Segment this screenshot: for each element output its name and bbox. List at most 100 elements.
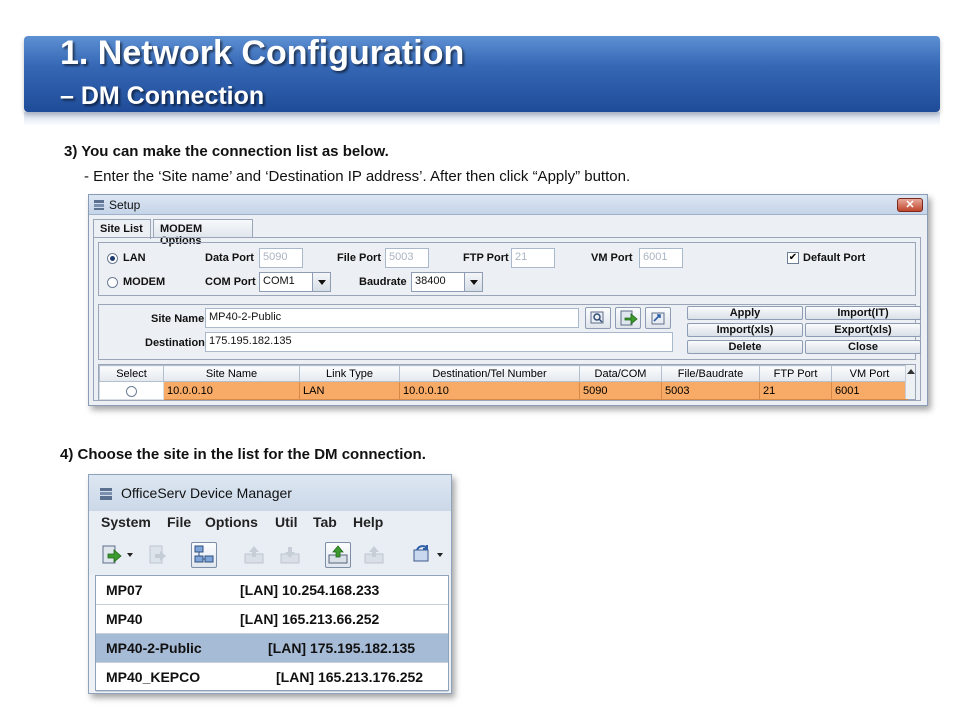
baudrate-select[interactable]: 38400: [411, 272, 483, 292]
send-up-icon: [328, 545, 348, 564]
column-header-link-type[interactable]: Link Type: [299, 365, 400, 382]
setup-titlebar: Setup ✕: [89, 195, 927, 215]
slide-header: 1. Network Configuration – DM Connection: [24, 34, 940, 112]
export-icon: [651, 312, 665, 325]
menu-file[interactable]: File: [167, 514, 191, 530]
setup-dialog: Setup ✕ Site List MODEM Options LAN Data…: [88, 194, 928, 406]
site-name: MP40_KEPCO: [106, 669, 201, 685]
table-cell: 6001: [831, 381, 908, 400]
send-button[interactable]: [325, 542, 351, 568]
row-select-radio[interactable]: [126, 385, 137, 397]
menu-help[interactable]: Help: [353, 514, 383, 530]
default-port-checkbox[interactable]: ✔: [787, 252, 799, 264]
list-item-selected[interactable]: MP40-2-Public [LAN] 175.195.182.135: [96, 634, 448, 663]
download-button[interactable]: [277, 542, 303, 568]
vm-port-field[interactable]: 6001: [639, 248, 683, 268]
table-cell: 5003: [661, 381, 760, 400]
disconnect-button[interactable]: [145, 542, 171, 568]
site-address: [LAN] 10.254.168.233: [240, 582, 380, 598]
site-name-input[interactable]: MP40-2-Public: [205, 308, 579, 328]
vm-port-label: VM Port: [591, 252, 633, 264]
lan-radio[interactable]: [107, 253, 118, 264]
chevron-down-icon[interactable]: [437, 553, 443, 557]
step3-instruction: - Enter the ‘Site name’ and ‘Destination…: [84, 168, 631, 185]
data-port-field[interactable]: 5090: [259, 248, 303, 268]
lan-label: LAN: [123, 252, 146, 264]
table-scrollbar[interactable]: [905, 365, 915, 399]
site-name: MP40-2-Public: [106, 640, 202, 656]
site-list: MP07 [LAN] 10.254.168.233 MP40 [LAN] 165…: [95, 575, 449, 692]
file-port-field[interactable]: 5003: [385, 248, 429, 268]
site-name-label: Site Name: [151, 313, 205, 325]
dm-toolbar: [89, 535, 451, 575]
setup-title: Setup: [109, 198, 141, 212]
network-icon: [194, 545, 214, 563]
column-header-select[interactable]: Select: [99, 365, 164, 382]
site-name: MP07: [106, 582, 143, 598]
com-port-label: COM Port: [205, 276, 256, 288]
connect-button[interactable]: [99, 542, 125, 568]
menu-bar: System File Options Util Tab Help: [89, 511, 451, 535]
site-address: [LAN] 175.195.182.135: [268, 640, 416, 656]
disconnect-icon: [149, 545, 166, 564]
default-port-label: Default Port: [803, 252, 866, 264]
menu-system[interactable]: System: [101, 514, 151, 530]
list-item[interactable]: MP40 [LAN] 165.213.66.252: [96, 605, 448, 634]
receive-button[interactable]: [361, 542, 387, 568]
baudrate-value: 38400: [415, 275, 446, 287]
export-xls-button[interactable]: Export(xls): [805, 323, 921, 337]
table-cell: 10.0.0.10: [163, 381, 300, 400]
row-select-cell[interactable]: [99, 381, 164, 400]
tab-modem-options[interactable]: MODEM Options: [153, 219, 253, 247]
menu-tab[interactable]: Tab: [313, 514, 337, 530]
chevron-down-icon[interactable]: [127, 553, 133, 557]
header-shadow: [24, 112, 940, 126]
com-port-select[interactable]: COM1: [259, 272, 331, 292]
receive-icon: [364, 546, 384, 564]
destination-input[interactable]: 175.195.182.135: [205, 332, 673, 352]
column-header-vm-port[interactable]: VM Port: [831, 365, 908, 382]
slide-title: 1. Network Configuration: [60, 34, 465, 72]
refresh-button[interactable]: [409, 542, 435, 568]
modem-radio[interactable]: [107, 277, 118, 288]
close-button[interactable]: Close: [805, 340, 921, 354]
table-cell: LAN: [299, 381, 400, 400]
close-window-button[interactable]: ✕: [897, 198, 923, 212]
delete-button[interactable]: Delete: [687, 340, 803, 354]
upload-icon: [244, 546, 264, 564]
column-header-destination[interactable]: Destination/Tel Number: [399, 365, 580, 382]
column-header-ftp-port[interactable]: FTP Port: [759, 365, 832, 382]
apply-button[interactable]: Apply: [687, 306, 803, 320]
ftp-port-field[interactable]: 21: [511, 248, 555, 268]
column-header-file-baudrate[interactable]: File/Baudrate: [661, 365, 760, 382]
search-button[interactable]: [585, 307, 611, 329]
file-port-label: File Port: [337, 252, 382, 264]
table-cell: 21: [759, 381, 832, 400]
chevron-down-icon: [464, 273, 482, 291]
refresh-icon: [413, 545, 429, 562]
slide-subtitle: – DM Connection: [60, 82, 265, 110]
import-xls-button[interactable]: Import(xls): [687, 323, 803, 337]
ftp-port-label: FTP Port: [463, 252, 509, 264]
import-it-button[interactable]: Import(IT): [805, 306, 921, 320]
table-header: Select Site Name Link Type Destination/T…: [99, 365, 908, 382]
export-button[interactable]: [645, 307, 671, 329]
column-header-site-name[interactable]: Site Name: [163, 365, 300, 382]
site-name: MP40: [106, 611, 143, 627]
step3-heading: 3) You can make the connection list as b…: [64, 143, 389, 160]
menu-util[interactable]: Util: [275, 514, 298, 530]
upload-button[interactable]: [241, 542, 267, 568]
menu-options[interactable]: Options: [205, 514, 258, 530]
network-button[interactable]: [191, 542, 217, 568]
dm-title: OfficeServ Device Manager: [121, 485, 292, 501]
device-manager-window: OfficeServ Device Manager System File Op…: [88, 474, 452, 694]
list-item[interactable]: MP40_KEPCO [LAN] 165.213.176.252: [96, 663, 448, 692]
tab-site-list[interactable]: Site List: [93, 219, 151, 239]
column-header-data-com[interactable]: Data/COM: [579, 365, 662, 382]
table-row[interactable]: 10.0.0.10 LAN 10.0.0.10 5090 5003 21 600…: [99, 381, 908, 400]
import-button[interactable]: [615, 307, 641, 329]
list-item[interactable]: MP07 [LAN] 10.254.168.233: [96, 576, 448, 605]
site-table: Select Site Name Link Type Destination/T…: [98, 364, 916, 400]
step4-heading: 4) Choose the site in the list for the D…: [60, 446, 426, 463]
chevron-down-icon: [312, 273, 330, 291]
